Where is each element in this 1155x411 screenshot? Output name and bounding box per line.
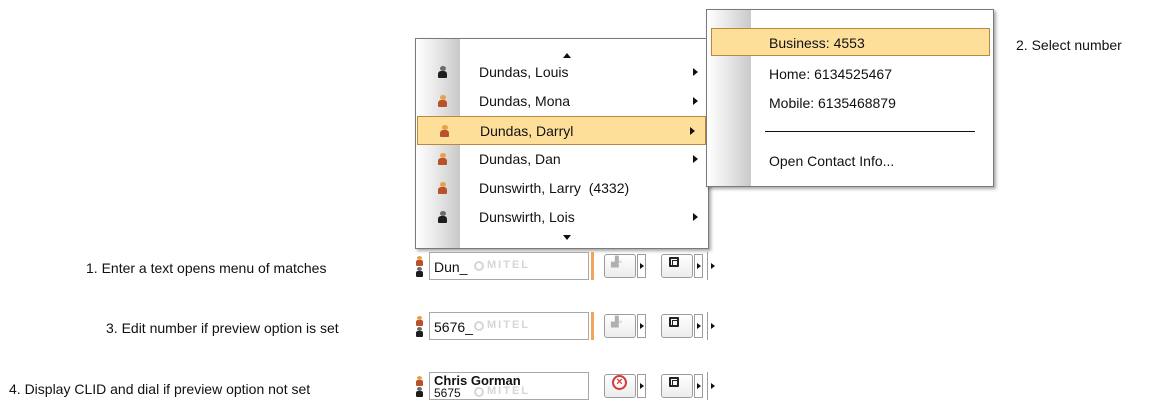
conference-button[interactable] xyxy=(661,374,693,398)
submenu-item-mobile[interactable]: Mobile: 6135468879 xyxy=(707,89,993,117)
menu-item-dundas-dan[interactable]: Dundas, Dan xyxy=(416,145,708,174)
submenu-arrow-icon xyxy=(693,155,698,163)
call-options-button[interactable] xyxy=(637,254,646,278)
conference-options-button[interactable] xyxy=(694,314,703,338)
submenu-item-home[interactable]: Home: 6134525467 xyxy=(707,60,993,88)
contact-type-icon xyxy=(415,312,425,340)
arrow-right-icon xyxy=(640,263,644,269)
menu-item-dunswirth-larry[interactable]: Dunswirth, Larry (4332) xyxy=(416,174,708,203)
arrow-right-icon xyxy=(640,383,644,389)
hang-up-button[interactable]: × xyxy=(604,374,636,398)
dial-input[interactable]: Dun_ MITEL xyxy=(429,252,589,280)
person-icon xyxy=(440,125,449,137)
mitel-watermark: MITEL xyxy=(474,319,530,331)
menu-item-label: Dundas, Louis xyxy=(479,64,569,80)
status-bar xyxy=(591,312,594,340)
scroll-down-arrow-icon[interactable] xyxy=(563,235,571,240)
phone-icon: ▟◦ xyxy=(611,257,623,268)
submenu-arrow-icon xyxy=(693,97,698,105)
arrow-right-icon xyxy=(697,263,701,269)
menu-item-dundas-louis[interactable]: Dundas, Louis xyxy=(416,58,708,87)
submenu-item-label: Home: 6134525467 xyxy=(769,66,892,82)
dialer-toolbar-step-3: 5676_ MITEL ▟◦ xyxy=(415,312,745,340)
dial-input-value: Dun_ xyxy=(434,259,468,275)
conference-options-button[interactable] xyxy=(694,254,703,278)
caption-step-3: 3. Edit number if preview option is set xyxy=(106,320,339,336)
menu-item-label: Dunswirth, Lois xyxy=(479,209,575,225)
caption-step-1: 1. Enter a text opens menu of matches xyxy=(86,260,327,276)
call-options-button[interactable] xyxy=(637,314,646,338)
contact-match-menu: Dundas, Louis Dundas, Mona Dundas, Darry… xyxy=(415,38,709,249)
person-icon xyxy=(438,182,447,194)
submenu-item-label: Mobile: 6135468879 xyxy=(769,95,896,111)
conference-button[interactable] xyxy=(661,254,693,278)
caption-step-4: 4. Display CLID and dial if preview opti… xyxy=(9,381,311,397)
conference-button[interactable] xyxy=(661,314,693,338)
status-bar xyxy=(591,252,594,280)
toolbar-more-button[interactable] xyxy=(707,372,717,400)
menu-item-dundas-mona[interactable]: Dundas, Mona xyxy=(416,87,708,116)
dialer-toolbar-step-4: Chris Gorman 5675 MITEL × xyxy=(415,372,745,400)
toolbar-more-button[interactable] xyxy=(707,252,717,280)
conference-icon xyxy=(669,317,679,327)
person-icon xyxy=(438,153,447,165)
mitel-watermark: MITEL xyxy=(474,385,530,397)
submenu-item-label: Open Contact Info... xyxy=(769,153,895,169)
dialer-toolbar-step-1: Dun_ MITEL ▟◦ xyxy=(415,252,745,280)
arrow-right-icon xyxy=(697,323,701,329)
caller-id-display: Chris Gorman 5675 MITEL xyxy=(429,372,589,400)
call-button[interactable]: ▟◦ xyxy=(604,314,636,338)
arrow-right-icon xyxy=(697,383,701,389)
menu-item-label: Dundas, Mona xyxy=(479,93,571,109)
person-icon xyxy=(438,95,447,107)
conference-icon xyxy=(669,257,679,267)
conference-options-button[interactable] xyxy=(694,374,703,398)
caption-step-2: 2. Select number xyxy=(1016,37,1122,53)
menu-item-label: Dundas, Dan xyxy=(479,151,561,167)
menu-item-label: Dunswirth, Larry (4332) xyxy=(479,180,630,196)
phone-icon: ▟◦ xyxy=(611,317,623,328)
contact-type-icon xyxy=(415,372,425,400)
submenu-separator xyxy=(765,131,975,132)
mitel-watermark: MITEL xyxy=(474,259,530,271)
call-options-button[interactable] xyxy=(637,374,646,398)
menu-item-label: Dundas, Darryl xyxy=(480,123,574,139)
toolbar-more-button[interactable] xyxy=(707,312,717,340)
submenu-item-open-contact-info[interactable]: Open Contact Info... xyxy=(707,147,993,175)
submenu-arrow-icon xyxy=(693,68,698,76)
menu-item-dunswirth-lois[interactable]: Dunswirth, Lois xyxy=(416,203,708,232)
arrow-right-icon xyxy=(711,323,715,329)
submenu-item-business[interactable]: Business: 4553 xyxy=(711,28,990,56)
person-icon xyxy=(438,66,447,78)
arrow-right-icon xyxy=(711,263,715,269)
caller-number: 5675 xyxy=(434,386,461,400)
conference-icon xyxy=(669,377,679,387)
number-submenu: Business: 4553 Home: 6134525467 Mobile: … xyxy=(706,9,994,187)
arrow-right-icon xyxy=(640,323,644,329)
person-icon xyxy=(438,211,447,223)
dial-input-value: 5676_ xyxy=(434,319,473,335)
submenu-arrow-icon xyxy=(690,127,695,135)
dial-input[interactable]: 5676_ MITEL xyxy=(429,312,589,340)
arrow-right-icon xyxy=(711,383,715,389)
call-button[interactable]: ▟◦ xyxy=(604,254,636,278)
submenu-arrow-icon xyxy=(693,213,698,221)
cancel-call-icon: × xyxy=(612,375,627,390)
contact-type-icon xyxy=(415,252,425,280)
menu-item-dundas-darryl[interactable]: Dundas, Darryl xyxy=(417,116,706,145)
submenu-item-label: Business: 4553 xyxy=(769,35,865,51)
